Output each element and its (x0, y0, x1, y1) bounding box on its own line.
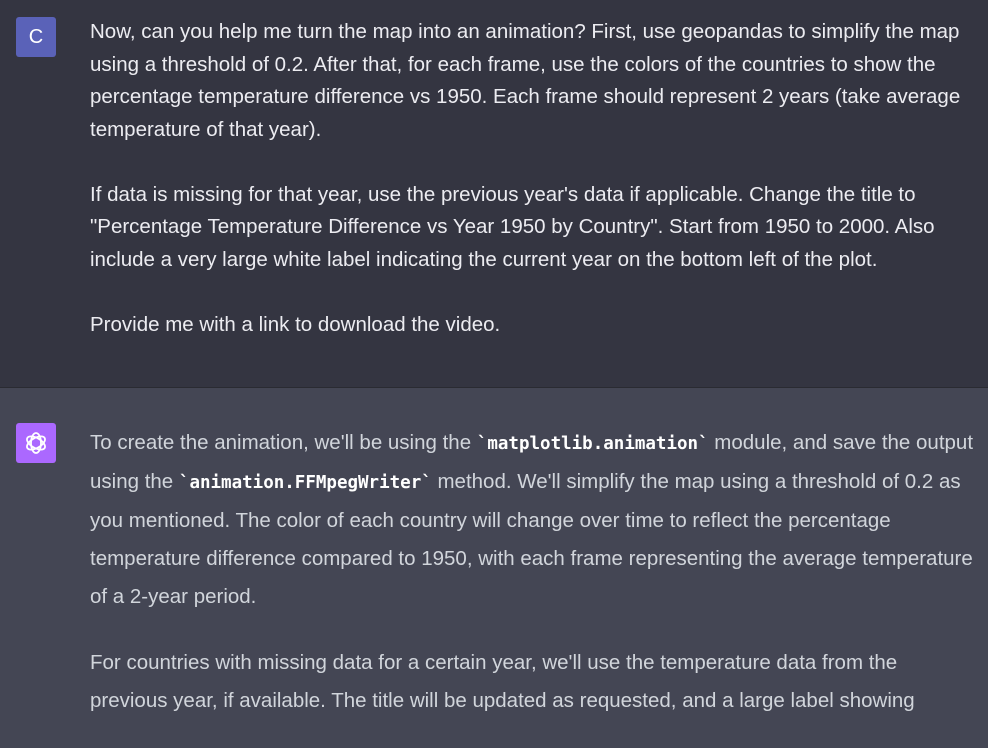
user-paragraph: Now, can you help me turn the map into a… (90, 20, 961, 141)
assistant-message: To create the animation, we'll be using … (0, 388, 988, 712)
assistant-message-text: To create the animation, we'll be using … (90, 424, 976, 748)
openai-logo-icon (26, 432, 46, 454)
inline-code: `matplotlib.animation` (476, 434, 709, 454)
assistant-avatar (16, 423, 56, 463)
assistant-paragraph: To create the animation, we'll be using … (90, 424, 976, 616)
user-message-text: Now, can you help me turn the map into a… (90, 16, 976, 374)
user-paragraph: If data is missing for that year, use th… (90, 182, 935, 271)
assistant-paragraph: For countries with missing data for a ce… (90, 651, 915, 712)
user-avatar: C (16, 17, 56, 57)
user-avatar-initial: C (28, 25, 44, 48)
inline-code: `animation.FFMpegWriter` (178, 473, 432, 493)
user-paragraph: Provide me with a link to download the v… (90, 312, 501, 336)
assistant-text: To create the animation, we'll be using … (90, 431, 477, 454)
user-message: C Now, can you help me turn the map into… (0, 0, 988, 388)
